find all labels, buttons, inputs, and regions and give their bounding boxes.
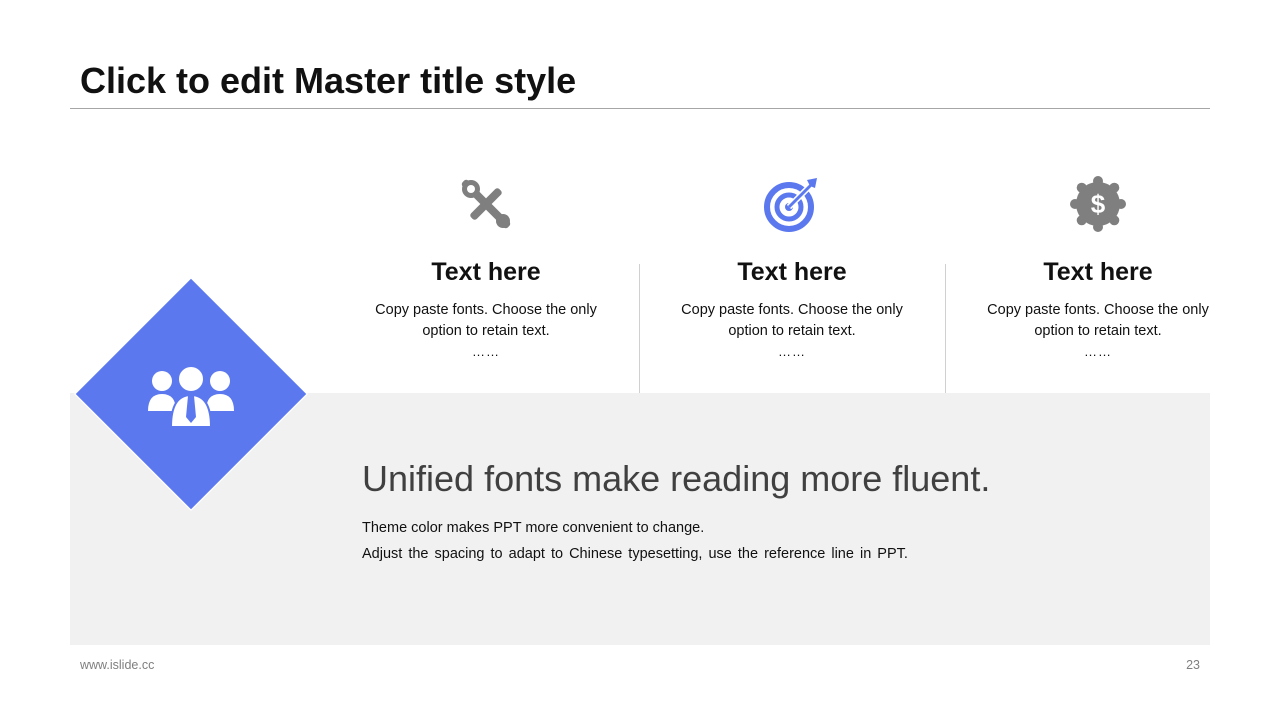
headline: Unified fonts make reading more fluent. xyxy=(362,458,991,499)
title-divider xyxy=(70,108,1210,109)
page-number: 23 xyxy=(1186,658,1200,672)
column-title: Text here xyxy=(1043,258,1153,286)
feature-column-1: Text here Copy paste fonts. Choose the o… xyxy=(333,170,639,393)
column-ellipsis: …… xyxy=(778,344,806,359)
column-title: Text here xyxy=(431,258,541,286)
feature-column-3: $ Text here Copy paste fonts. Choose the… xyxy=(945,170,1251,393)
column-ellipsis: …… xyxy=(472,344,500,359)
team-diamond-badge xyxy=(74,277,308,511)
target-icon xyxy=(764,178,817,232)
dollar-badge-icon: $ xyxy=(1070,176,1126,232)
page-title: Click to edit Master title style xyxy=(80,60,577,101)
column-ellipsis: …… xyxy=(1084,344,1112,359)
body-line-2: Adjust the spacing to adapt to Chinese t… xyxy=(362,546,908,562)
column-title: Text here xyxy=(737,258,847,286)
tools-icon xyxy=(461,176,514,229)
column-text: Copy paste fonts. Choose the only option… xyxy=(375,302,597,339)
column-text: Copy paste fonts. Choose the only option… xyxy=(681,302,903,339)
column-text: Copy paste fonts. Choose the only option… xyxy=(987,302,1209,339)
footer-website: www.islide.cc xyxy=(80,658,155,672)
feature-column-2: Text here Copy paste fonts. Choose the o… xyxy=(639,170,945,393)
svg-text:$: $ xyxy=(1091,189,1106,219)
body-line-1: Theme color makes PPT more convenient to… xyxy=(362,520,705,536)
